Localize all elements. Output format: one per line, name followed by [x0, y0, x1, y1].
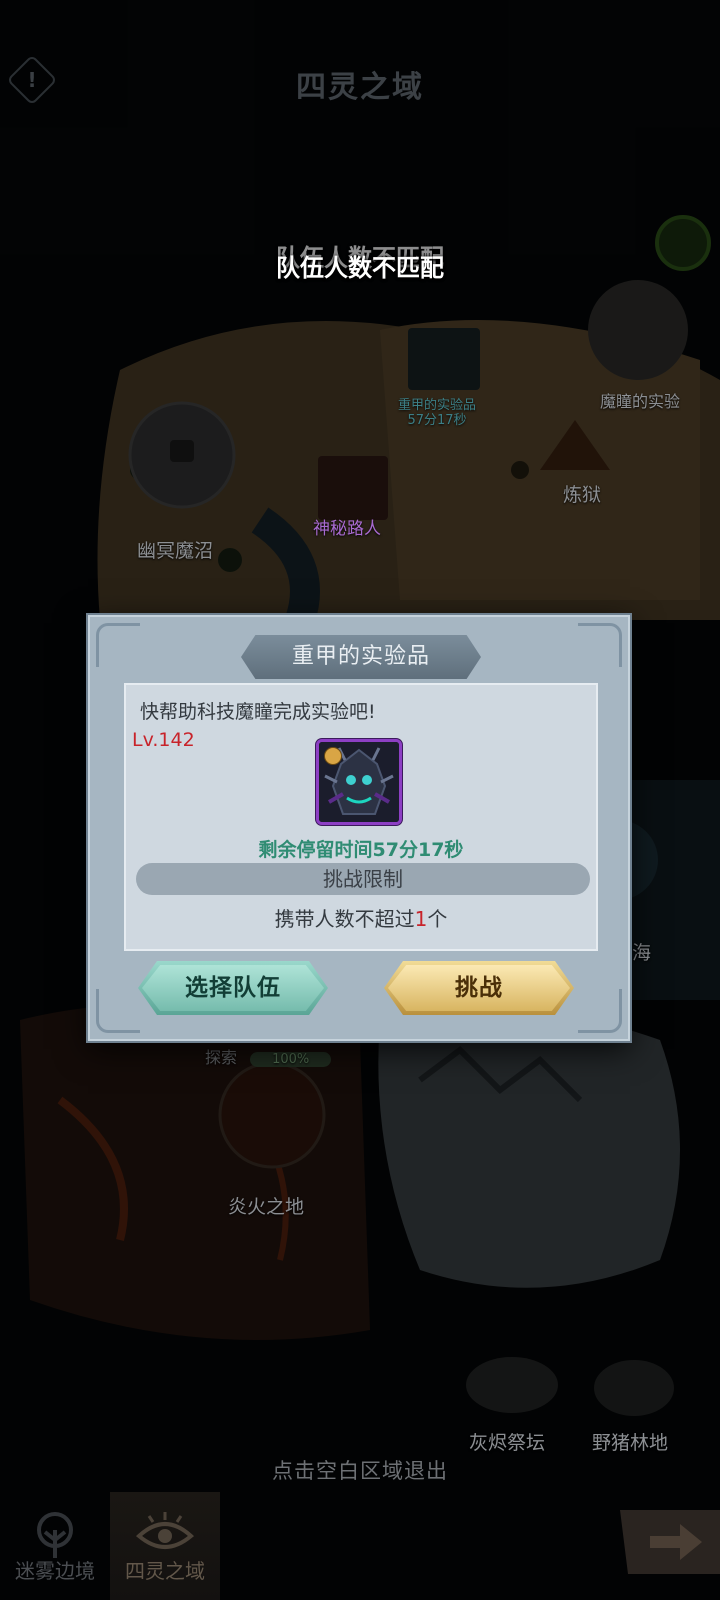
challenge-limit-header: 挑战限制 — [136, 863, 590, 895]
select-team-button[interactable]: 选择队伍 — [138, 961, 328, 1015]
tab-mist-border[interactable]: 迷雾边境 — [0, 1492, 110, 1600]
remaining-time: 剩余停留时间57分17秒 — [258, 839, 464, 861]
quest-description: 快帮助科技魔瞳完成实验吧! — [140, 701, 376, 723]
tab-four-spirits[interactable]: 四灵之域 — [110, 1492, 220, 1600]
challenge-limit-text: 携带人数不超过1个 — [126, 903, 596, 932]
toast-message: 队伍人数不匹配 — [276, 254, 444, 282]
dialog-corner-ornament — [96, 989, 140, 1033]
location-label-swamp[interactable]: 幽冥魔沼 — [137, 536, 213, 563]
tab-label: 迷雾边境 — [15, 1559, 95, 1583]
location-label-mystery[interactable]: 神秘路人 — [313, 514, 381, 539]
location-label-purgatory[interactable]: 炼狱 — [563, 480, 601, 507]
location-label-ash-altar[interactable]: 灰烬祭坛 — [469, 1428, 545, 1455]
boss-node-name: 重甲的实验品 — [398, 398, 477, 413]
boss-level: Lv.142 — [132, 729, 195, 751]
tab-label: 四灵之域 — [125, 1559, 205, 1583]
location-label-boss[interactable]: 重甲的实验品 57分17秒 — [398, 398, 476, 428]
challenge-label: 挑战 — [455, 975, 503, 1001]
location-label-boar-forest[interactable]: 野猪林地 — [592, 1428, 668, 1455]
dialog-content: 快帮助科技魔瞳完成实验吧! Lv.142 剩余停留时间57分17秒 挑战限制 携… — [124, 683, 598, 951]
boss-node-timer: 57分17秒 — [407, 413, 467, 428]
limit-prefix: 携带人数不超过 — [274, 907, 415, 931]
limit-suffix: 个 — [427, 907, 448, 931]
dialog-corner-ornament — [578, 623, 622, 667]
explore-text: 探索 — [205, 1048, 238, 1067]
challenge-dialog: 重甲的实验品 快帮助科技魔瞳完成实验吧! Lv.142 剩余停留时间57分17秒… — [88, 615, 630, 1041]
boss-portrait[interactable] — [316, 739, 402, 825]
dialog-title: 重甲的实验品 — [291, 644, 430, 669]
dialog-corner-ornament — [96, 623, 140, 667]
boss-element-badge-icon — [324, 747, 342, 765]
page-title: 四灵之域 — [296, 70, 424, 105]
location-label-sea[interactable]: 海 — [632, 938, 651, 965]
eye-emblem-icon — [135, 1512, 195, 1549]
exit-hint: 点击空白区域退出 — [272, 1459, 448, 1483]
location-label-experiment[interactable]: 魔瞳的实验 — [600, 388, 680, 412]
location-label-fire[interactable]: 炎火之地 — [228, 1192, 304, 1219]
explore-progress: 100% — [250, 1052, 332, 1067]
explore-label: 探索 100% — [205, 1044, 332, 1068]
dialog-corner-ornament — [578, 989, 622, 1033]
limit-count: 1 — [414, 907, 428, 931]
select-team-label: 选择队伍 — [185, 975, 281, 1001]
next-arrow-button[interactable] — [620, 1510, 720, 1574]
arrow-right-icon — [650, 1524, 702, 1560]
challenge-button[interactable]: 挑战 — [384, 961, 574, 1015]
tree-icon — [37, 1512, 73, 1558]
dialog-title-plate: 重甲的实验品 — [241, 635, 481, 679]
